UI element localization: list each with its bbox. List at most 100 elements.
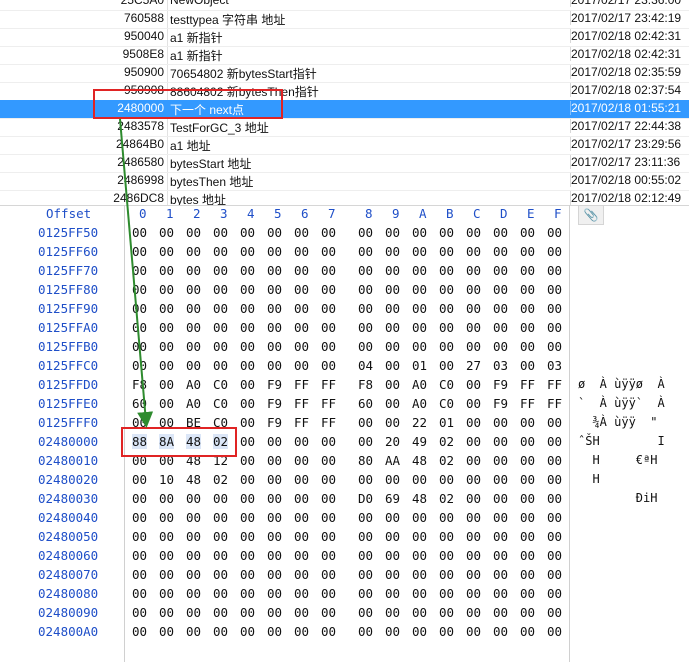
hex-byte[interactable]: 03: [547, 358, 562, 373]
list-item[interactable]: 24864B0 a1 地址 2017/02/17 23:29:56: [0, 136, 689, 155]
hex-byte[interactable]: 00: [132, 624, 147, 639]
hex-byte[interactable]: 00: [240, 434, 255, 449]
hex-byte[interactable]: 00: [213, 320, 228, 335]
hex-byte[interactable]: 00: [358, 548, 373, 563]
hex-byte[interactable]: 00: [240, 244, 255, 259]
hex-byte[interactable]: 00: [466, 301, 481, 316]
hex-byte[interactable]: F8: [358, 377, 373, 392]
hex-byte[interactable]: 00: [466, 624, 481, 639]
hex-byte[interactable]: 00: [213, 263, 228, 278]
hex-byte[interactable]: 00: [493, 244, 508, 259]
hex-byte[interactable]: 69: [385, 491, 400, 506]
hex-byte[interactable]: 00: [520, 624, 535, 639]
hex-byte[interactable]: 00: [294, 624, 309, 639]
hex-byte[interactable]: 00: [547, 320, 562, 335]
hex-byte[interactable]: 00: [240, 567, 255, 582]
hex-byte[interactable]: 00: [240, 548, 255, 563]
hex-byte[interactable]: 00: [159, 244, 174, 259]
hex-byte[interactable]: 00: [132, 510, 147, 525]
hex-byte[interactable]: 00: [547, 548, 562, 563]
hex-byte[interactable]: 00: [520, 548, 535, 563]
hex-byte[interactable]: 00: [132, 282, 147, 297]
hex-byte[interactable]: 00: [321, 225, 336, 240]
hex-byte[interactable]: 00: [547, 434, 562, 449]
hex-byte[interactable]: A0: [186, 377, 201, 392]
hex-byte[interactable]: 00: [493, 529, 508, 544]
paperclip-icon[interactable]: 📎: [578, 205, 604, 225]
hex-byte[interactable]: 00: [294, 548, 309, 563]
hex-byte[interactable]: 00: [466, 415, 481, 430]
hex-byte[interactable]: 00: [385, 472, 400, 487]
hex-byte[interactable]: 00: [132, 491, 147, 506]
hex-byte[interactable]: 00: [547, 605, 562, 620]
hex-byte[interactable]: 00: [159, 491, 174, 506]
hex-byte[interactable]: 00: [159, 605, 174, 620]
hex-byte[interactable]: 00: [412, 282, 427, 297]
hex-byte[interactable]: 00: [294, 434, 309, 449]
hex-byte[interactable]: 00: [412, 472, 427, 487]
hex-byte[interactable]: 00: [385, 358, 400, 373]
hex-byte[interactable]: 00: [466, 605, 481, 620]
hex-byte[interactable]: 00: [493, 472, 508, 487]
hex-byte[interactable]: 00: [186, 358, 201, 373]
hex-byte[interactable]: 00: [466, 225, 481, 240]
hex-byte[interactable]: 00: [321, 529, 336, 544]
hex-byte[interactable]: 00: [159, 225, 174, 240]
hex-byte[interactable]: 00: [358, 586, 373, 601]
hex-byte[interactable]: 00: [493, 548, 508, 563]
hex-byte[interactable]: 00: [385, 377, 400, 392]
hex-byte[interactable]: 00: [186, 510, 201, 525]
hex-byte[interactable]: 00: [466, 339, 481, 354]
hex-byte[interactable]: 22: [412, 415, 427, 430]
hex-byte[interactable]: A0: [186, 396, 201, 411]
hex-byte[interactable]: 00: [186, 320, 201, 335]
hex-byte[interactable]: 00: [159, 529, 174, 544]
list-item[interactable]: 950900 70654802 新bytesStart指针 2017/02/18 0…: [0, 64, 689, 83]
hex-byte[interactable]: 00: [240, 415, 255, 430]
hex-byte[interactable]: 00: [493, 434, 508, 449]
hex-byte[interactable]: 00: [520, 491, 535, 506]
hex-byte[interactable]: 00: [294, 244, 309, 259]
hex-byte[interactable]: 10: [159, 472, 174, 487]
hex-byte[interactable]: 00: [159, 624, 174, 639]
hex-byte[interactable]: 00: [213, 491, 228, 506]
hex-byte[interactable]: 00: [412, 339, 427, 354]
hex-byte[interactable]: 00: [493, 225, 508, 240]
hex-byte[interactable]: 00: [547, 624, 562, 639]
hex-byte[interactable]: A0: [412, 377, 427, 392]
hex-byte[interactable]: 00: [358, 263, 373, 278]
hex-byte[interactable]: 00: [385, 301, 400, 316]
hex-byte[interactable]: 00: [439, 510, 454, 525]
list-item[interactable]: 2486580 bytesStart 地址 2017/02/17 23:11:36: [0, 154, 689, 173]
hex-byte[interactable]: 00: [294, 586, 309, 601]
hex-byte[interactable]: FF: [321, 396, 336, 411]
hex-byte[interactable]: D0: [358, 491, 373, 506]
hex-byte[interactable]: 00: [385, 320, 400, 335]
hex-byte[interactable]: 00: [547, 586, 562, 601]
hex-byte[interactable]: 00: [240, 263, 255, 278]
hex-byte[interactable]: 00: [213, 510, 228, 525]
hex-byte[interactable]: 00: [412, 263, 427, 278]
hex-byte[interactable]: 00: [294, 263, 309, 278]
hex-byte[interactable]: 00: [267, 225, 282, 240]
hex-byte[interactable]: 00: [358, 301, 373, 316]
hex-byte[interactable]: F9: [493, 396, 508, 411]
hex-byte[interactable]: 00: [520, 415, 535, 430]
hex-byte[interactable]: 00: [240, 396, 255, 411]
hex-byte[interactable]: 00: [547, 301, 562, 316]
hex-byte[interactable]: 00: [159, 586, 174, 601]
hex-byte[interactable]: 00: [240, 282, 255, 297]
hex-byte[interactable]: FF: [294, 415, 309, 430]
hex-byte[interactable]: 00: [547, 339, 562, 354]
hex-byte[interactable]: 00: [466, 263, 481, 278]
hex-byte[interactable]: 00: [267, 548, 282, 563]
hex-byte[interactable]: 00: [466, 472, 481, 487]
hex-byte[interactable]: 00: [267, 320, 282, 335]
hex-byte[interactable]: 00: [294, 339, 309, 354]
hex-byte[interactable]: 00: [385, 567, 400, 582]
hex-byte[interactable]: 00: [186, 491, 201, 506]
hex-byte[interactable]: 00: [358, 605, 373, 620]
hex-byte[interactable]: 00: [493, 510, 508, 525]
hex-byte[interactable]: 02: [213, 472, 228, 487]
hex-byte[interactable]: 00: [159, 510, 174, 525]
